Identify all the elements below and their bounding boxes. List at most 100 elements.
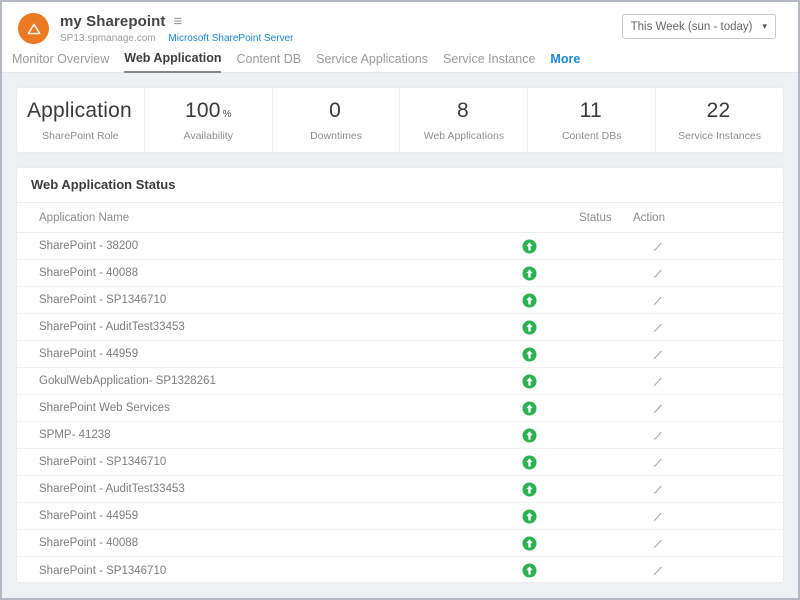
status-up-icon — [522, 563, 537, 578]
tab-content-db[interactable]: Content DB — [236, 52, 301, 72]
tab-service-applications[interactable]: Service Applications — [316, 52, 428, 72]
stat-item: 22 Service Instances — [655, 88, 783, 152]
table-row: SharePoint - SP1346710 — [17, 449, 783, 476]
stat-item: 0 Downtimes — [272, 88, 400, 152]
application-name[interactable]: SharePoint Web Services — [39, 402, 441, 414]
table-row: SharePoint - 38200 — [17, 233, 783, 260]
table-row: SharePoint - SP1346710 — [17, 287, 783, 314]
stat-label: Web Applications — [400, 130, 527, 142]
application-name[interactable]: SharePoint - AuditTest33453 — [39, 483, 441, 495]
tab-bar: Monitor Overview Web Application Content D… — [2, 48, 798, 73]
stat-label: SharePoint Role — [17, 130, 144, 142]
edit-pencil-icon[interactable] — [651, 537, 664, 550]
hamburger-menu-icon[interactable]: ≡ — [174, 13, 183, 30]
table-row: SharePoint - 44959 — [17, 341, 783, 368]
action-cell — [617, 402, 697, 415]
column-header-application-name: Application Name — [39, 212, 579, 224]
stat-value: 11 — [580, 99, 602, 122]
application-name[interactable]: SharePoint - AuditTest33453 — [39, 321, 441, 333]
stat-label: Availability — [145, 130, 272, 142]
app-window: my Sharepoint ≡ SP13.spmanage.com Micros… — [0, 0, 800, 600]
status-up-icon — [522, 509, 537, 524]
table-row: SharePoint - AuditTest33453 — [17, 314, 783, 341]
application-name[interactable]: SharePoint - SP1346710 — [39, 456, 441, 468]
stat-suffix: % — [223, 109, 232, 120]
stat-item: Application SharePoint Role — [17, 88, 144, 152]
warning-triangle-icon — [27, 23, 41, 35]
edit-pencil-icon[interactable] — [651, 294, 664, 307]
application-name[interactable]: SharePoint - 40088 — [39, 537, 441, 549]
application-name[interactable]: GokulWebApplication- SP1328261 — [39, 375, 441, 387]
status-cell — [441, 374, 617, 389]
application-name[interactable]: SharePoint - 44959 — [39, 510, 441, 522]
edit-pencil-icon[interactable] — [651, 267, 664, 280]
status-cell — [441, 455, 617, 470]
monitor-host: SP13.spmanage.com — [60, 33, 156, 44]
stat-label: Service Instances — [656, 130, 783, 142]
stat-value: 100 — [185, 99, 221, 122]
status-up-icon — [522, 455, 537, 470]
action-cell — [617, 537, 697, 550]
summary-stats-card: Application SharePoint Role 100% Availab… — [16, 87, 784, 153]
tab-service-instance[interactable]: Service Instance — [443, 52, 535, 72]
stat-value: 22 — [707, 99, 731, 122]
application-name[interactable]: SharePoint - 38200 — [39, 240, 441, 252]
status-cell — [441, 428, 617, 443]
table-row: GokulWebApplication- SP1328261 — [17, 368, 783, 395]
monitor-title: my Sharepoint — [60, 13, 166, 30]
tab-monitor-overview[interactable]: Monitor Overview — [12, 52, 109, 72]
action-cell — [617, 456, 697, 469]
application-name[interactable]: SharePoint - 40088 — [39, 267, 441, 279]
status-up-icon — [522, 536, 537, 551]
status-up-icon — [522, 482, 537, 497]
server-type-link[interactable]: Microsoft SharePoint Server — [168, 33, 293, 44]
monitor-identity: my Sharepoint ≡ SP13.spmanage.com Micros… — [18, 13, 293, 44]
main-content: Application SharePoint Role 100% Availab… — [2, 73, 798, 598]
edit-pencil-icon[interactable] — [651, 456, 664, 469]
edit-pencil-icon[interactable] — [651, 510, 664, 523]
status-up-icon — [522, 428, 537, 443]
edit-pencil-icon[interactable] — [651, 402, 664, 415]
status-up-icon — [522, 347, 537, 362]
status-cell — [441, 563, 617, 578]
edit-pencil-icon[interactable] — [651, 375, 664, 388]
sharepoint-monitor-logo-icon — [18, 13, 49, 44]
status-cell — [441, 266, 617, 281]
edit-pencil-icon[interactable] — [651, 564, 664, 577]
action-cell — [617, 429, 697, 442]
stat-value: Application — [27, 99, 132, 122]
date-range-value: This Week (sun - today) — [631, 21, 753, 33]
status-cell — [441, 320, 617, 335]
action-cell — [617, 348, 697, 361]
edit-pencil-icon[interactable] — [651, 483, 664, 496]
action-cell — [617, 240, 697, 253]
table-header-row: Application Name Status Action — [17, 203, 783, 233]
status-up-icon — [522, 374, 537, 389]
action-cell — [617, 294, 697, 307]
stat-label: Downtimes — [273, 130, 400, 142]
status-up-icon — [522, 239, 537, 254]
edit-pencil-icon[interactable] — [651, 429, 664, 442]
tab-web-application[interactable]: Web Application — [124, 51, 221, 73]
monitor-header: my Sharepoint ≡ SP13.spmanage.com Micros… — [2, 2, 798, 48]
application-name[interactable]: SharePoint - SP1346710 — [39, 294, 441, 306]
table-body: SharePoint - 38200 — [17, 233, 783, 583]
edit-pencil-icon[interactable] — [651, 240, 664, 253]
status-up-icon — [522, 266, 537, 281]
status-cell — [441, 536, 617, 551]
stat-value: 0 — [329, 99, 341, 122]
stat-item: 8 Web Applications — [399, 88, 527, 152]
application-name[interactable]: SharePoint - 44959 — [39, 348, 441, 360]
column-header-status: Status — [579, 212, 619, 224]
status-cell — [441, 509, 617, 524]
application-name[interactable]: SharePoint - SP1346710 — [39, 565, 441, 577]
application-name[interactable]: SPMP- 41238 — [39, 429, 441, 441]
tab-more[interactable]: More — [550, 52, 580, 72]
action-cell — [617, 321, 697, 334]
edit-pencil-icon[interactable] — [651, 348, 664, 361]
edit-pencil-icon[interactable] — [651, 321, 664, 334]
web-application-status-card: Web Application Status Application Name … — [16, 167, 784, 583]
date-range-dropdown[interactable]: This Week (sun - today) ▾ — [622, 14, 776, 39]
action-cell — [617, 510, 697, 523]
status-up-icon — [522, 320, 537, 335]
